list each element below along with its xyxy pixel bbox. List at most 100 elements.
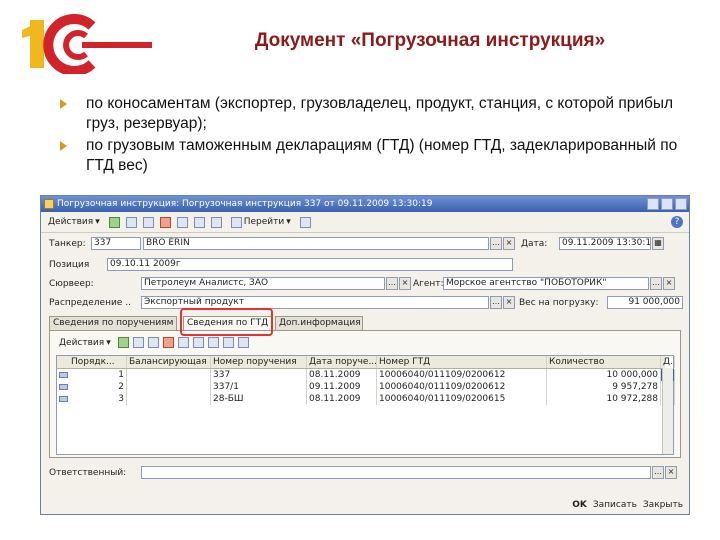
add-row-icon[interactable]	[117, 337, 129, 348]
weight-field[interactable]: 91 000,000	[607, 296, 683, 309]
1c-logo	[22, 14, 152, 74]
gtd-table: Порядк... Балансирующая Номер поручения …	[56, 355, 675, 455]
bullet-text: по грузовым таможенным декларациям (ГТД)…	[86, 137, 678, 174]
tab-orders-info[interactable]: Сведения по поручениям	[49, 316, 177, 330]
fill-icon[interactable]	[237, 337, 249, 348]
window-controls	[647, 198, 687, 210]
select-button[interactable]: …	[490, 237, 502, 250]
select-button[interactable]: …	[490, 296, 502, 309]
refresh-icon[interactable]	[176, 216, 188, 228]
clear-icon[interactable]: ×	[503, 237, 515, 250]
dropdown-arrow-icon: ▾	[95, 217, 100, 227]
copy-row-icon[interactable]	[132, 337, 144, 348]
table-cell: 10006040/011109/0200612	[377, 369, 547, 381]
surveyor-field[interactable]: Петролеум Аналистс, ЗАО	[141, 277, 385, 290]
help-icon[interactable]: ?	[671, 216, 683, 228]
bullet-arrow-icon	[60, 141, 67, 151]
select-button[interactable]: …	[386, 277, 398, 290]
row-icon	[59, 384, 68, 390]
unpost-icon[interactable]	[159, 216, 171, 228]
sort-asc-icon[interactable]	[207, 337, 219, 348]
position-field[interactable]: 09.10.11 2009г	[107, 258, 513, 271]
close-window-button[interactable]	[675, 198, 687, 210]
tanker-code-field[interactable]: 337	[91, 237, 141, 250]
column-header[interactable]: Д...	[661, 356, 675, 368]
table-cell: 10 972,288	[547, 393, 661, 405]
weight-label: Вес на погрузку:	[519, 298, 599, 308]
column-header[interactable]: Номер поручения	[211, 356, 307, 368]
column-header[interactable]: Балансирующая	[127, 356, 211, 368]
select-button[interactable]: …	[652, 466, 664, 479]
bullet-item: по грузовым таможенным декларациям (ГТД)…	[58, 136, 698, 176]
table-header: Порядк... Балансирующая Номер поручения …	[57, 356, 675, 369]
minimize-button[interactable]	[647, 198, 659, 210]
main-toolbar: Действия ▾ Перейти ▾	[41, 212, 689, 233]
date-label: Дата:	[521, 239, 548, 249]
window-footer: OK Записать Закрыть	[572, 500, 683, 510]
column-header[interactable]: Номер ГТД	[377, 356, 547, 368]
actions-label: Действия	[48, 217, 94, 227]
clear-icon[interactable]: ×	[399, 277, 411, 290]
table-cell: 337	[211, 369, 307, 381]
table-row[interactable]: 3 28-БШ 08.11.2009 10006040/011109/02006…	[57, 393, 675, 405]
panel-actions-button[interactable]: Действия ▾	[56, 335, 114, 350]
tab-additional-info[interactable]: Доп.информация	[275, 316, 363, 330]
close-button[interactable]: Закрыть	[643, 500, 683, 510]
table-cell: 2	[57, 381, 127, 393]
clear-icon[interactable]: ×	[665, 466, 677, 479]
goto-menu-button[interactable]: Перейти ▾	[228, 215, 294, 230]
add-icon[interactable]	[108, 216, 120, 228]
cell-text: 2	[118, 382, 124, 392]
move-up-icon[interactable]	[177, 337, 189, 348]
table-cell: 9 957,278	[547, 381, 661, 393]
table-cell: 28-БШ	[211, 393, 307, 405]
edit-row-icon[interactable]	[147, 337, 159, 348]
column-header[interactable]: Порядк...	[57, 356, 127, 368]
report-icon[interactable]	[210, 216, 222, 228]
slide-title: Документ «Погрузочная инструкция»	[254, 30, 606, 51]
document-icon	[44, 199, 54, 209]
delete-row-icon[interactable]	[162, 337, 174, 348]
table-cell	[127, 393, 211, 405]
table-scrollbar[interactable]	[662, 368, 673, 454]
panel-actions-label: Действия	[59, 337, 105, 348]
goto-label: Перейти	[243, 217, 285, 227]
agent-field[interactable]: Морское агентство "ПОБОТОРИК"	[443, 277, 649, 290]
table-cell: 337/1	[211, 381, 307, 393]
calendar-icon[interactable]: ▦	[652, 237, 664, 250]
table-row[interactable]: 2 337/1 09.11.2009 10006040/011109/02006…	[57, 381, 675, 393]
select-button[interactable]: …	[650, 277, 662, 290]
print-icon[interactable]	[299, 216, 311, 228]
table-cell: 10 000,000	[547, 369, 661, 381]
tanker-label: Танкер:	[49, 239, 86, 249]
responsible-field[interactable]	[141, 466, 651, 479]
table-cell: 10006040/011109/0200612	[377, 381, 547, 393]
table-cell: 08.11.2009	[307, 369, 377, 381]
document-window: Погрузочная инструкция: Погрузочная инст…	[40, 195, 690, 515]
ok-button[interactable]: OK	[572, 500, 587, 510]
clear-icon[interactable]: ×	[503, 296, 515, 309]
move-down-icon[interactable]	[192, 337, 204, 348]
column-header[interactable]: Дата поруче...	[307, 356, 377, 368]
sort-desc-icon[interactable]	[222, 337, 234, 348]
column-header[interactable]: Количество	[547, 356, 661, 368]
clear-icon[interactable]: ×	[663, 277, 675, 290]
bullet-arrow-icon	[60, 99, 67, 109]
save-button[interactable]: Записать	[593, 500, 637, 510]
row-icon	[59, 372, 68, 378]
window-titlebar[interactable]: Погрузочная инструкция: Погрузочная инст…	[41, 196, 689, 212]
maximize-button[interactable]	[661, 198, 673, 210]
distribution-label: Распределение ..	[49, 298, 131, 308]
dropdown-arrow-icon: ▾	[106, 337, 111, 348]
post-icon[interactable]	[142, 216, 154, 228]
copy-icon[interactable]	[125, 216, 137, 228]
date-field[interactable]: 09.11.2009 13:30:19	[559, 237, 651, 250]
structure-icon[interactable]	[193, 216, 205, 228]
bullet-item: по коносаментам (экспортер, грузовладеле…	[58, 94, 698, 134]
tanker-name-field[interactable]: BRO ERIN	[143, 237, 489, 250]
actions-menu-button[interactable]: Действия ▾	[45, 215, 103, 230]
panel-toolbar: Действия ▾	[56, 335, 249, 350]
goto-icon	[230, 216, 242, 228]
table-row[interactable]: 1 337 08.11.2009 10006040/011109/0200612…	[57, 369, 675, 381]
table-cell: 3	[57, 393, 127, 405]
